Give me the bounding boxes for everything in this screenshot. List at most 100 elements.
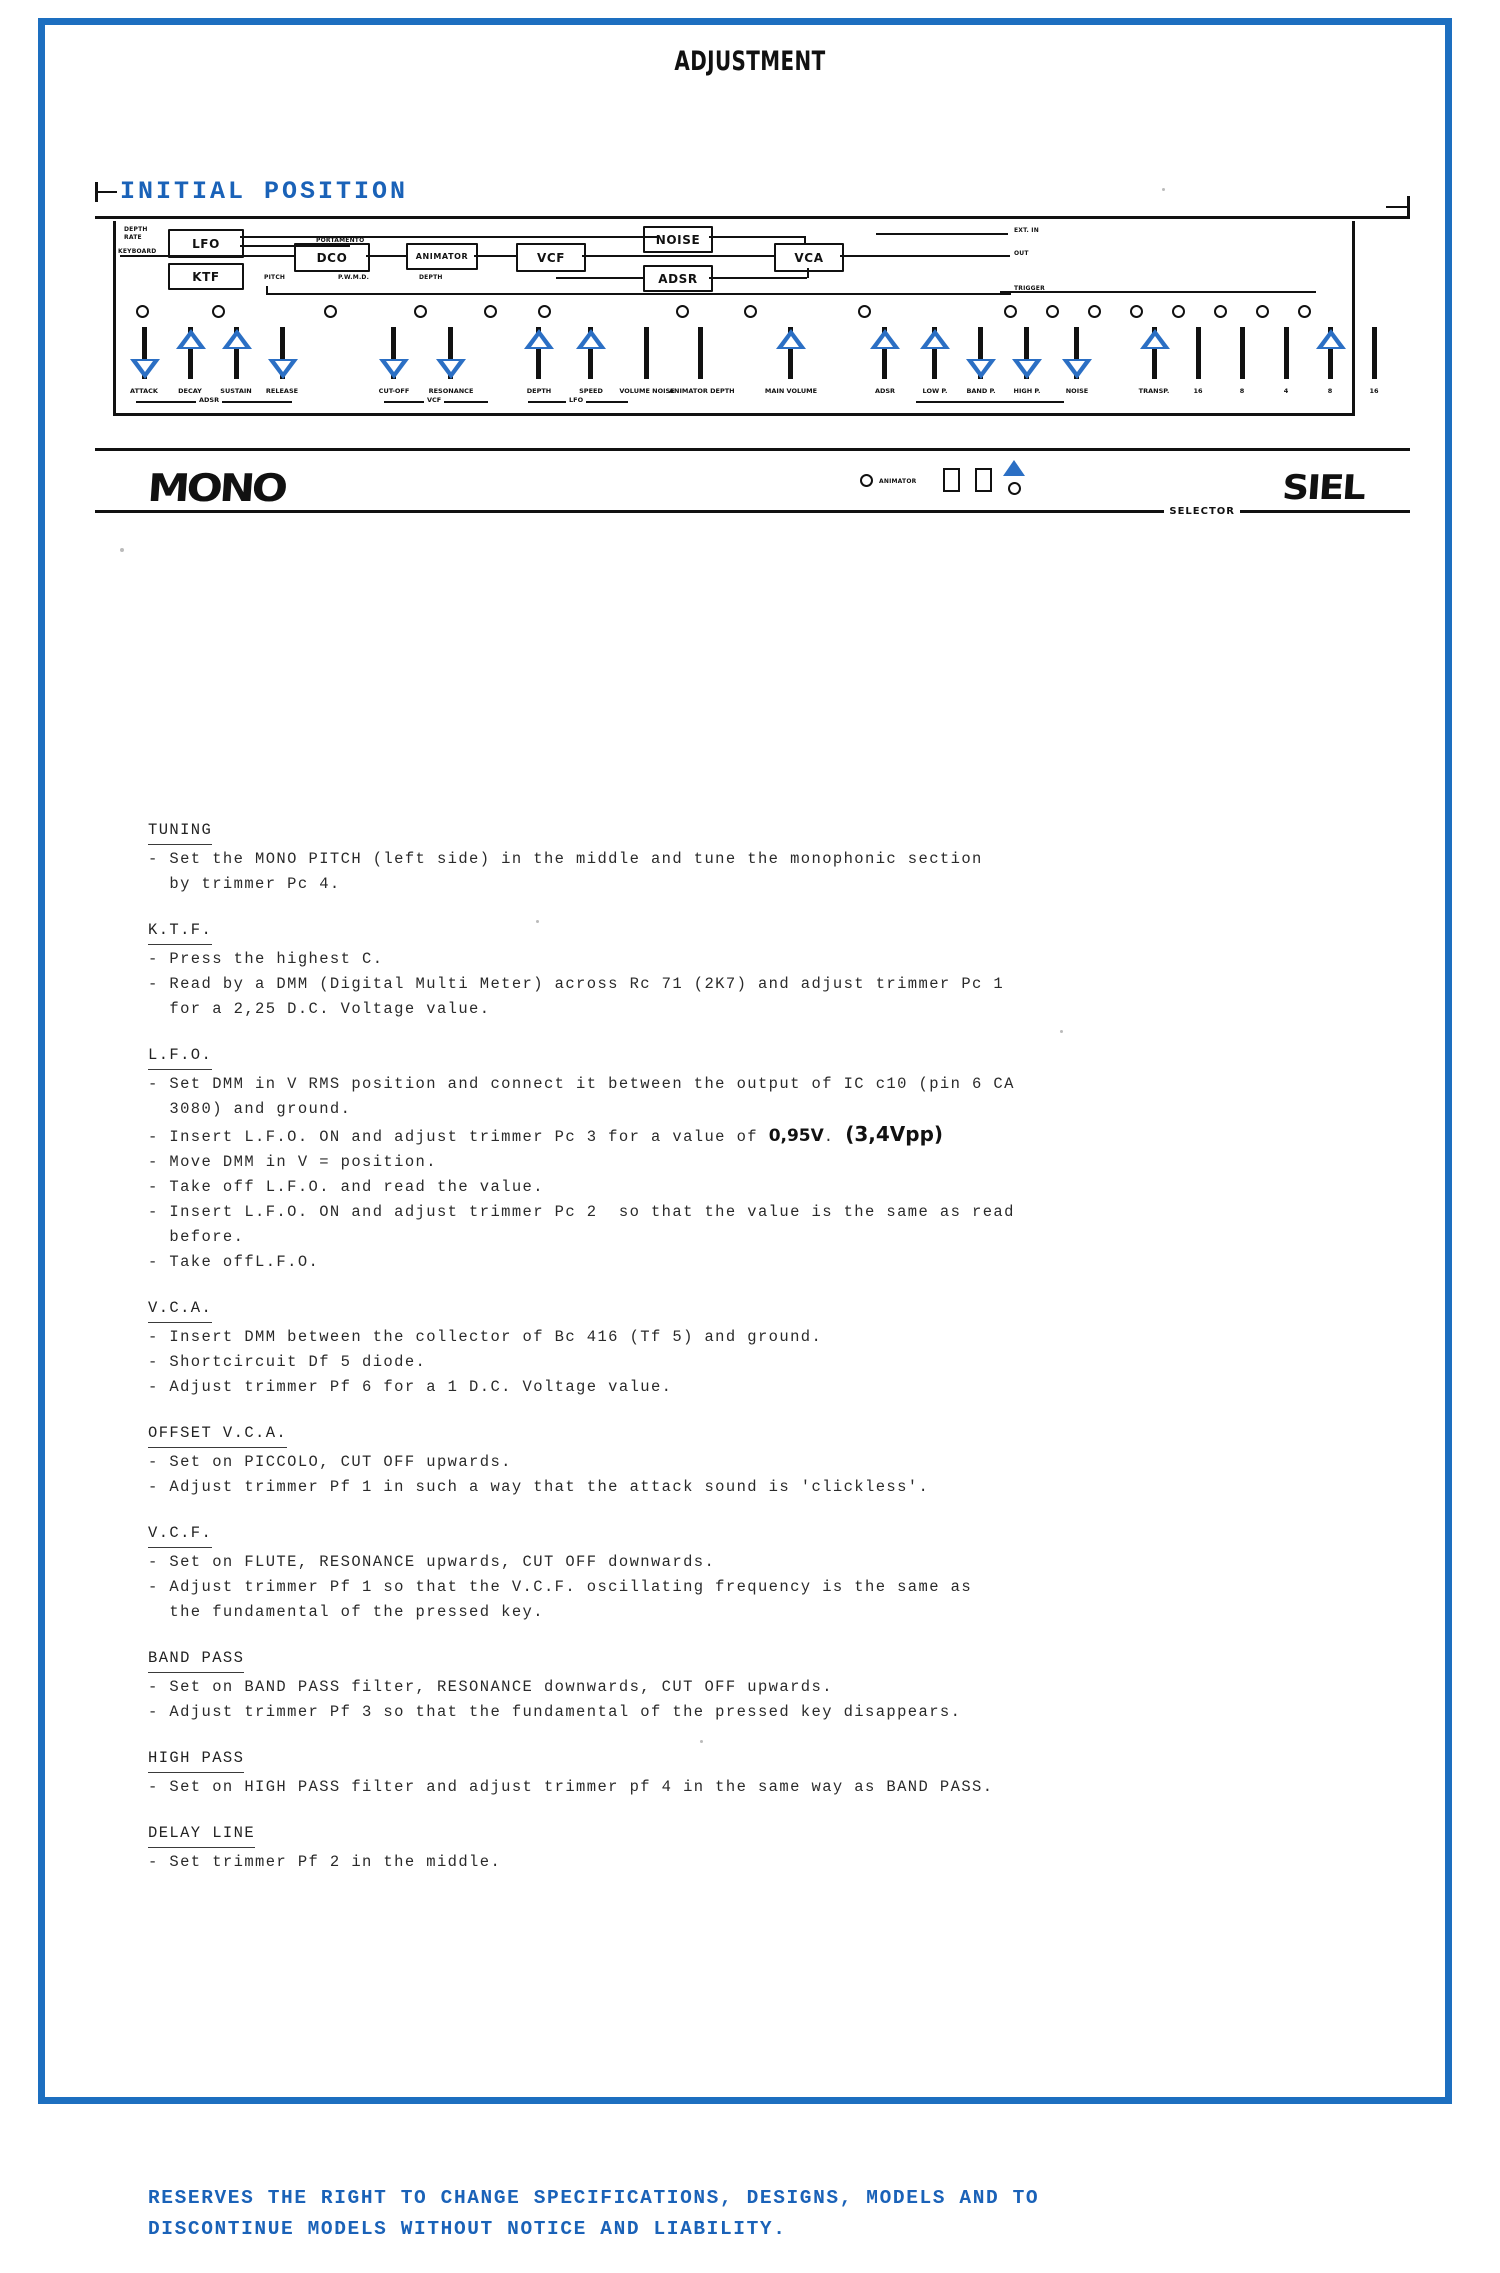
wire-adsr-vcf bbox=[556, 277, 643, 279]
section-heading-lfo: L.F.O. bbox=[148, 1043, 213, 1070]
block-vcf: VCF bbox=[516, 243, 586, 272]
right-bank-rule bbox=[1000, 291, 1316, 293]
knob-8[interactable] bbox=[744, 305, 757, 318]
knob-3[interactable] bbox=[324, 305, 337, 318]
wire-vca-trig bbox=[807, 268, 809, 278]
block-adsr: ADSR bbox=[643, 265, 713, 292]
section-line: - Adjust trimmer Pf 1 so that the V.C.F.… bbox=[148, 1578, 973, 1596]
section-tuning: TUNING - Set the MONO PITCH (left side) … bbox=[148, 818, 1268, 897]
selector-switch-2[interactable] bbox=[975, 468, 992, 492]
label-portamento: PORTAMENTO bbox=[316, 237, 365, 244]
slider-label-voice-16: 16 bbox=[1193, 387, 1203, 395]
wire-lfo-out2 bbox=[240, 245, 350, 247]
knob-1[interactable] bbox=[136, 305, 149, 318]
section-lfo: L.F.O. - Set DMM in V RMS position and c… bbox=[148, 1043, 1268, 1275]
knob-animator-selector[interactable] bbox=[860, 474, 873, 487]
marker-down-release-hole bbox=[275, 361, 291, 372]
slider-volume-noise[interactable] bbox=[644, 327, 649, 379]
knob-bank-8[interactable] bbox=[1298, 305, 1311, 318]
knob-bank-7[interactable] bbox=[1256, 305, 1269, 318]
wire-adsr-vca bbox=[709, 277, 807, 279]
label-pwm: P.W.M.D. bbox=[338, 274, 370, 281]
slider-voice-4[interactable] bbox=[1284, 327, 1289, 379]
knob-bank-1[interactable] bbox=[1004, 305, 1017, 318]
slider-label-voice-8: 8 bbox=[1239, 387, 1245, 395]
group-name-vcf: VCF bbox=[424, 396, 445, 404]
knob-selector-bottom[interactable] bbox=[1008, 482, 1021, 495]
panel-top-rule bbox=[95, 216, 1410, 219]
selector-label: SELECTOR bbox=[1164, 506, 1240, 517]
marker-down-noise-hole bbox=[1069, 361, 1085, 372]
knob-bank-2[interactable] bbox=[1046, 305, 1059, 318]
scan-artifact bbox=[120, 548, 124, 552]
slider-label-adsr: ADSR bbox=[874, 387, 896, 395]
section-offset-vca: OFFSET V.C.A. - Set on PICCOLO, CUT OFF … bbox=[148, 1421, 1268, 1500]
slider-voice-16[interactable] bbox=[1196, 327, 1201, 379]
marker-down-band-pass-hole bbox=[973, 361, 989, 372]
section-line: by trimmer Pc 4. bbox=[148, 875, 341, 893]
dimension-bracket-right bbox=[1386, 196, 1410, 218]
section-line: before. bbox=[148, 1228, 245, 1246]
wire-lfo-out bbox=[240, 236, 660, 238]
knob-bank-5[interactable] bbox=[1172, 305, 1185, 318]
marker-down-attack-hole bbox=[137, 361, 153, 372]
section-vca: V.C.A. - Insert DMM between the collecto… bbox=[148, 1296, 1268, 1400]
slider-voice-8[interactable] bbox=[1240, 327, 1245, 379]
knob-bank-6[interactable] bbox=[1214, 305, 1227, 318]
section-line: - Set on BAND PASS filter, RESONANCE dow… bbox=[148, 1678, 833, 1696]
panel-body: LFO KTF DCO ANIMATOR VCF NOISE ADSR VCA … bbox=[113, 221, 1379, 416]
knob-bank-4[interactable] bbox=[1130, 305, 1143, 318]
handwritten-vpp: (3,4Vpp) bbox=[845, 1122, 944, 1146]
section-line: the fundamental of the pressed key. bbox=[148, 1603, 544, 1621]
knob-5[interactable] bbox=[484, 305, 497, 318]
wire-dco-animator bbox=[366, 255, 406, 257]
section-vcf: V.C.F. - Set on FLUTE, RESONANCE upwards… bbox=[148, 1521, 1268, 1625]
logo-siel: SIEL bbox=[1280, 468, 1366, 508]
handwritten-value: 0,95V bbox=[768, 1126, 824, 1146]
adjustment-procedure-text: TUNING - Set the MONO PITCH (left side) … bbox=[148, 818, 1268, 1896]
marker-down-high-pass-hole bbox=[1019, 361, 1035, 372]
slider-label-voice-4: 4 bbox=[1283, 387, 1289, 395]
slider-label-noise: NOISE bbox=[1065, 387, 1089, 395]
section-line: - Take offL.F.O. bbox=[148, 1253, 320, 1271]
slider-label-voice-8b: 8 bbox=[1327, 387, 1333, 395]
wire-noise-vca bbox=[709, 236, 804, 238]
section-line-text: - Insert L.F.O. ON and adjust trimmer Pc… bbox=[148, 1128, 769, 1146]
logo-mono: MONO bbox=[146, 466, 287, 510]
slider-animator-depth[interactable] bbox=[698, 327, 703, 379]
section-band-pass: BAND PASS - Set on BAND PASS filter, RES… bbox=[148, 1646, 1268, 1725]
knob-9[interactable] bbox=[858, 305, 871, 318]
group-name-adsr: ADSR bbox=[196, 396, 223, 404]
label-ext-in: EXT. IN bbox=[1014, 227, 1039, 234]
knob-6[interactable] bbox=[538, 305, 551, 318]
wire-animator-vcf bbox=[474, 255, 516, 257]
section-line: - Adjust trimmer Pf 3 so that the fundam… bbox=[148, 1703, 962, 1721]
slider-label-high-pass: HIGH P. bbox=[1013, 387, 1041, 395]
selector-switch-1[interactable] bbox=[943, 468, 960, 492]
section-heading-vca: V.C.A. bbox=[148, 1296, 213, 1323]
label-rate: RATE bbox=[124, 234, 142, 241]
section-line: - Adjust trimmer Pf 1 in such a way that… bbox=[148, 1478, 930, 1496]
wire-noise-drop bbox=[804, 236, 806, 244]
slider-label-release: RELEASE bbox=[265, 387, 299, 395]
marker-up-speed-hole bbox=[583, 336, 599, 347]
marker-down-resonance-hole bbox=[443, 361, 459, 372]
slider-voice-16b[interactable] bbox=[1372, 327, 1377, 379]
marker-up-depth-hole bbox=[531, 336, 547, 347]
section-line: - Set on PICCOLO, CUT OFF upwards. bbox=[148, 1453, 512, 1471]
label-animator-depth: DEPTH bbox=[419, 274, 443, 281]
slider-label-transpose: TRANSP. bbox=[1138, 387, 1170, 395]
logo-rule-top bbox=[95, 448, 1410, 451]
knob-7[interactable] bbox=[676, 305, 689, 318]
wire-ktf-down bbox=[266, 286, 268, 294]
block-dco: DCO bbox=[294, 243, 370, 272]
knob-4[interactable] bbox=[414, 305, 427, 318]
slider-label-resonance: RESONANCE bbox=[428, 387, 474, 395]
knob-bank-3[interactable] bbox=[1088, 305, 1101, 318]
knob-2[interactable] bbox=[212, 305, 225, 318]
section-line: for a 2,25 D.C. Voltage value. bbox=[148, 1000, 491, 1018]
section-line: - Move DMM in V = position. bbox=[148, 1153, 437, 1171]
group-name-lfo: LFO bbox=[566, 396, 587, 404]
section-high-pass: HIGH PASS - Set on HIGH PASS filter and … bbox=[148, 1746, 1268, 1800]
section-line: - Insert L.F.O. ON and adjust trimmer Pc… bbox=[148, 1203, 1015, 1221]
